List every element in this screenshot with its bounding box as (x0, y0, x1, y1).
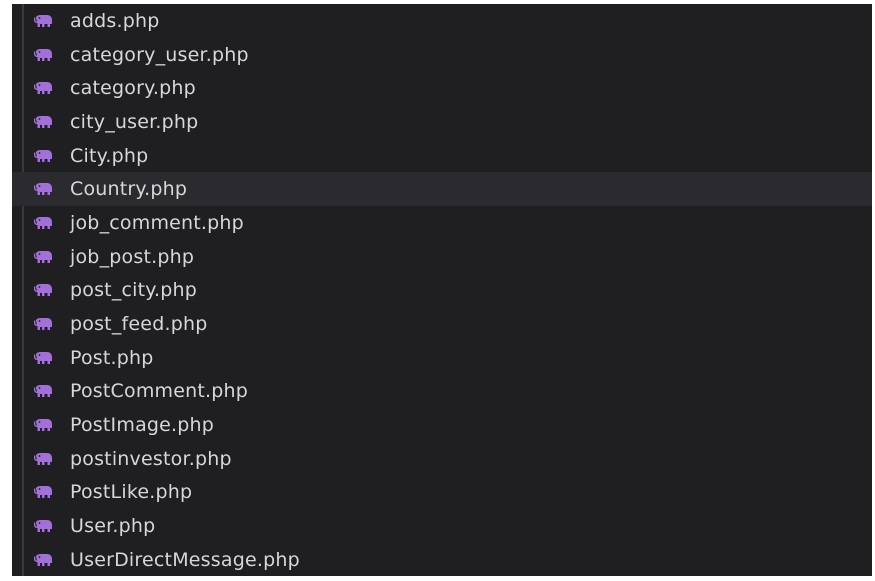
php-elephant-icon (34, 452, 52, 465)
php-elephant-icon (34, 486, 52, 499)
file-name: UserDirectMessage.php (70, 548, 300, 571)
php-elephant-icon (34, 284, 52, 297)
file-item[interactable]: UserDirectMessage.php (12, 543, 872, 576)
php-elephant-icon (34, 351, 52, 364)
file-item[interactable]: Post.php (12, 341, 872, 375)
file-item[interactable]: PostImage.php (12, 408, 872, 442)
file-name: PostImage.php (70, 414, 215, 437)
file-item[interactable]: post_city.php (12, 274, 872, 308)
file-name: Post.php (70, 346, 154, 369)
php-elephant-icon (34, 149, 52, 162)
file-name: postinvestor.php (70, 447, 232, 470)
file-name: PostLike.php (70, 481, 193, 504)
file-name: category.php (70, 77, 196, 100)
file-name: City.php (70, 144, 149, 167)
file-name: adds.php (70, 9, 160, 32)
php-elephant-icon (34, 82, 52, 95)
file-name: post_feed.php (70, 313, 208, 336)
file-name: job_comment.php (70, 211, 244, 234)
file-name: job_post.php (70, 245, 195, 268)
file-list: adds.php category_user.php category.php … (12, 4, 872, 576)
file-item[interactable]: category_user.php (12, 38, 872, 72)
file-item[interactable]: PostLike.php (12, 476, 872, 510)
php-elephant-icon (34, 14, 52, 27)
file-name: User.php (70, 515, 156, 538)
php-elephant-icon (34, 250, 52, 263)
php-elephant-icon (34, 115, 52, 128)
file-item[interactable]: adds.php (12, 4, 872, 38)
php-elephant-icon (34, 520, 52, 533)
file-item[interactable]: city_user.php (12, 105, 872, 139)
file-item[interactable]: PostComment.php (12, 375, 872, 409)
php-elephant-icon (34, 48, 52, 61)
file-name: Country.php (70, 178, 188, 201)
file-item[interactable]: postinvestor.php (12, 442, 872, 476)
file-item[interactable]: post_feed.php (12, 307, 872, 341)
file-item[interactable]: job_post.php (12, 240, 872, 274)
file-item[interactable]: job_comment.php (12, 206, 872, 240)
file-name: post_city.php (70, 279, 198, 302)
file-explorer-panel: adds.php category_user.php category.php … (12, 4, 872, 576)
file-item[interactable]: User.php (12, 509, 872, 543)
file-name: category_user.php (70, 43, 249, 66)
file-name: PostComment.php (70, 380, 249, 403)
php-elephant-icon (34, 385, 52, 398)
php-elephant-icon (34, 216, 52, 229)
php-elephant-icon (34, 318, 52, 331)
file-name: city_user.php (70, 110, 199, 133)
php-elephant-icon (34, 183, 52, 196)
php-elephant-icon (34, 553, 52, 566)
file-item[interactable]: City.php (12, 139, 872, 173)
file-item[interactable]: Country.php (12, 172, 872, 207)
php-elephant-icon (34, 419, 52, 432)
file-item[interactable]: category.php (12, 71, 872, 105)
